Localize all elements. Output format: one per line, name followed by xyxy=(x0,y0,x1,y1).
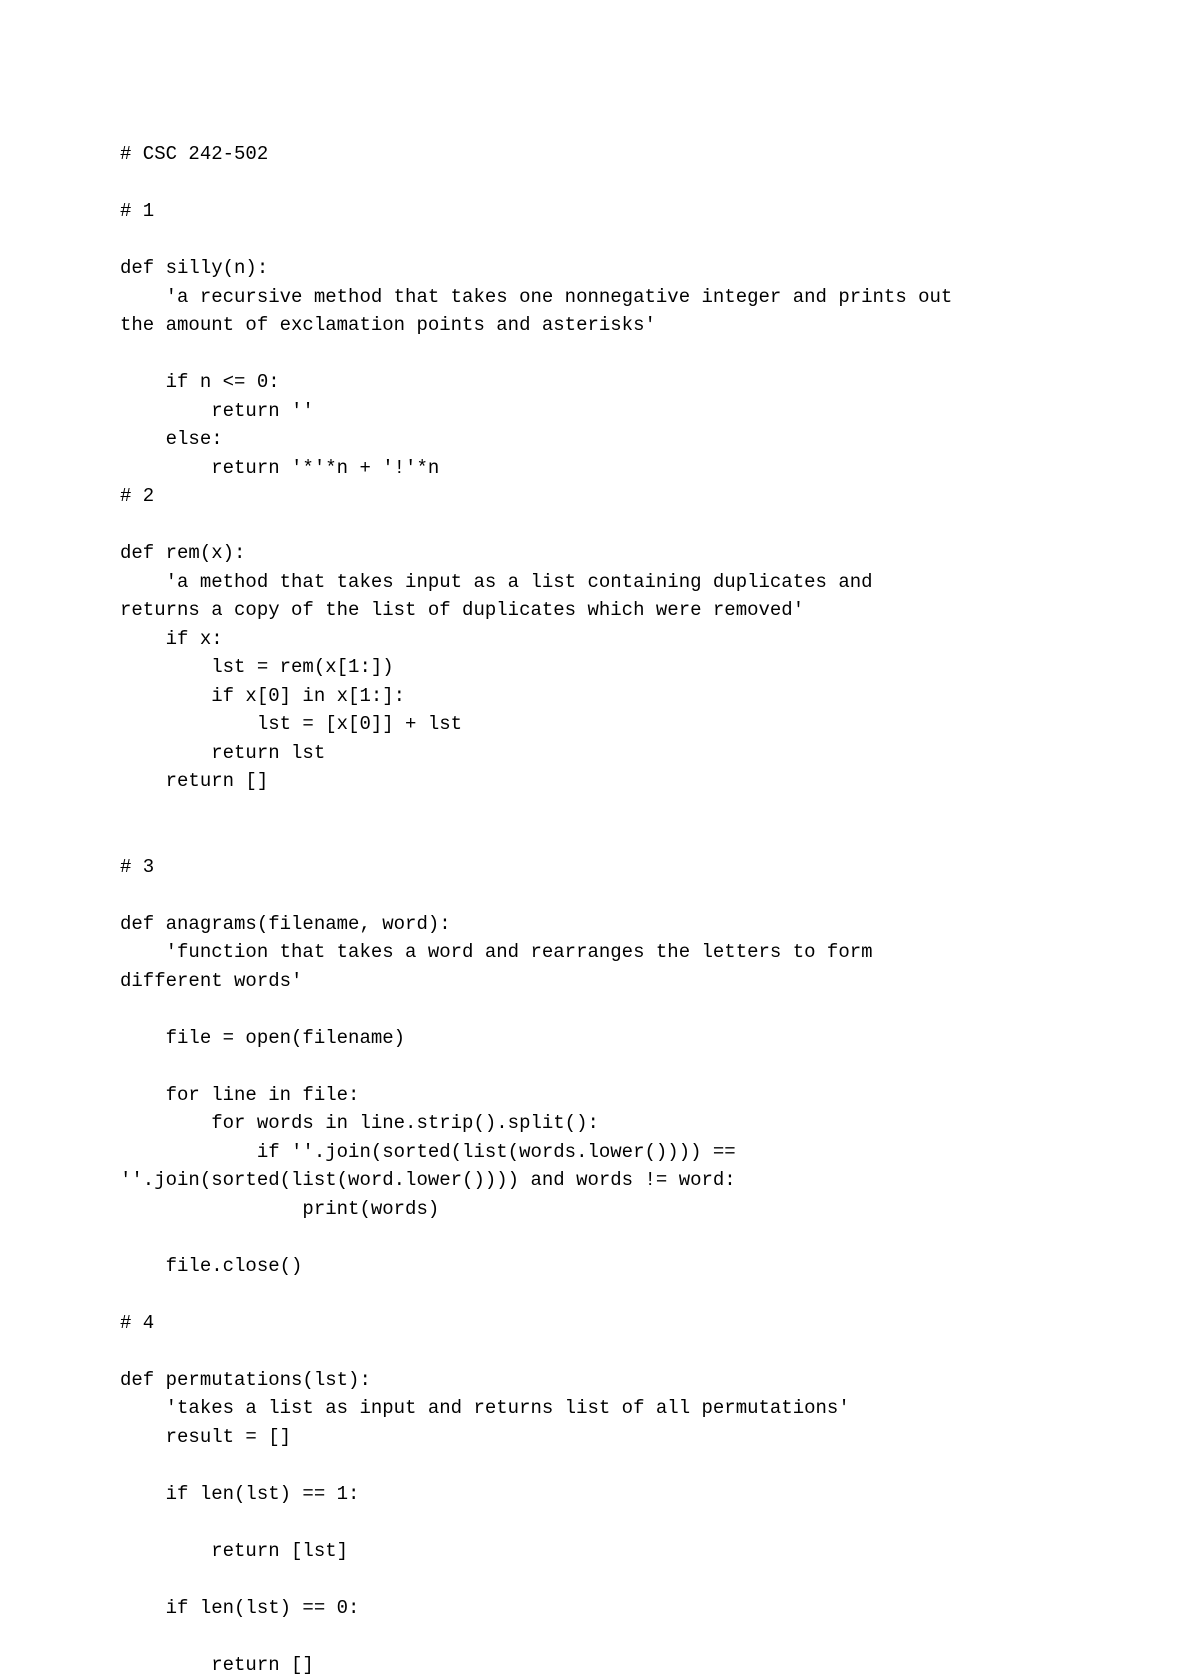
code-line: file = open(filename) xyxy=(120,1024,1080,1053)
code-line xyxy=(120,169,1080,198)
code-line: return '*'*n + '!'*n xyxy=(120,454,1080,483)
code-line: if ''.join(sorted(list(words.lower()))) … xyxy=(120,1138,1080,1167)
code-line: # 2 xyxy=(120,482,1080,511)
code-line: def silly(n): xyxy=(120,254,1080,283)
code-line: else: xyxy=(120,425,1080,454)
code-line: 'function that takes a word and rearrang… xyxy=(120,938,1080,967)
code-line: for line in file: xyxy=(120,1081,1080,1110)
code-line: print(words) xyxy=(120,1195,1080,1224)
code-line xyxy=(120,1052,1080,1081)
code-line xyxy=(120,995,1080,1024)
code-line xyxy=(120,226,1080,255)
code-line: # 1 xyxy=(120,197,1080,226)
code-line: returns a copy of the list of duplicates… xyxy=(120,596,1080,625)
code-line xyxy=(120,1337,1080,1366)
code-line: for words in line.strip().split(): xyxy=(120,1109,1080,1138)
code-line: def rem(x): xyxy=(120,539,1080,568)
code-line: return [] xyxy=(120,767,1080,796)
code-line: result = [] xyxy=(120,1423,1080,1452)
code-line: if x[0] in x[1:]: xyxy=(120,682,1080,711)
code-line: return lst xyxy=(120,739,1080,768)
code-line xyxy=(120,1508,1080,1537)
code-document: # CSC 242-502 # 1 def silly(n): 'a recur… xyxy=(120,140,1080,1679)
code-line xyxy=(120,796,1080,825)
code-line xyxy=(120,1622,1080,1651)
code-line: def permutations(lst): xyxy=(120,1366,1080,1395)
code-line xyxy=(120,511,1080,540)
code-line xyxy=(120,824,1080,853)
code-line: if len(lst) == 1: xyxy=(120,1480,1080,1509)
code-line: ''.join(sorted(list(word.lower()))) and … xyxy=(120,1166,1080,1195)
code-line: if n <= 0: xyxy=(120,368,1080,397)
code-line: file.close() xyxy=(120,1252,1080,1281)
code-line: 'a recursive method that takes one nonne… xyxy=(120,283,1080,312)
code-line: if x: xyxy=(120,625,1080,654)
code-line xyxy=(120,1451,1080,1480)
code-line: lst = [x[0]] + lst xyxy=(120,710,1080,739)
code-line xyxy=(120,1223,1080,1252)
code-line: different words' xyxy=(120,967,1080,996)
code-line: the amount of exclamation points and ast… xyxy=(120,311,1080,340)
code-line: # 3 xyxy=(120,853,1080,882)
code-line: 'a method that takes input as a list con… xyxy=(120,568,1080,597)
code-line xyxy=(120,881,1080,910)
code-line: # 4 xyxy=(120,1309,1080,1338)
code-line: return [lst] xyxy=(120,1537,1080,1566)
code-line xyxy=(120,340,1080,369)
code-line: return [] xyxy=(120,1651,1080,1679)
code-line: return '' xyxy=(120,397,1080,426)
code-line: # CSC 242-502 xyxy=(120,140,1080,169)
code-line: if len(lst) == 0: xyxy=(120,1594,1080,1623)
code-line: lst = rem(x[1:]) xyxy=(120,653,1080,682)
code-line xyxy=(120,1280,1080,1309)
code-line: 'takes a list as input and returns list … xyxy=(120,1394,1080,1423)
code-line xyxy=(120,1565,1080,1594)
code-line: def anagrams(filename, word): xyxy=(120,910,1080,939)
